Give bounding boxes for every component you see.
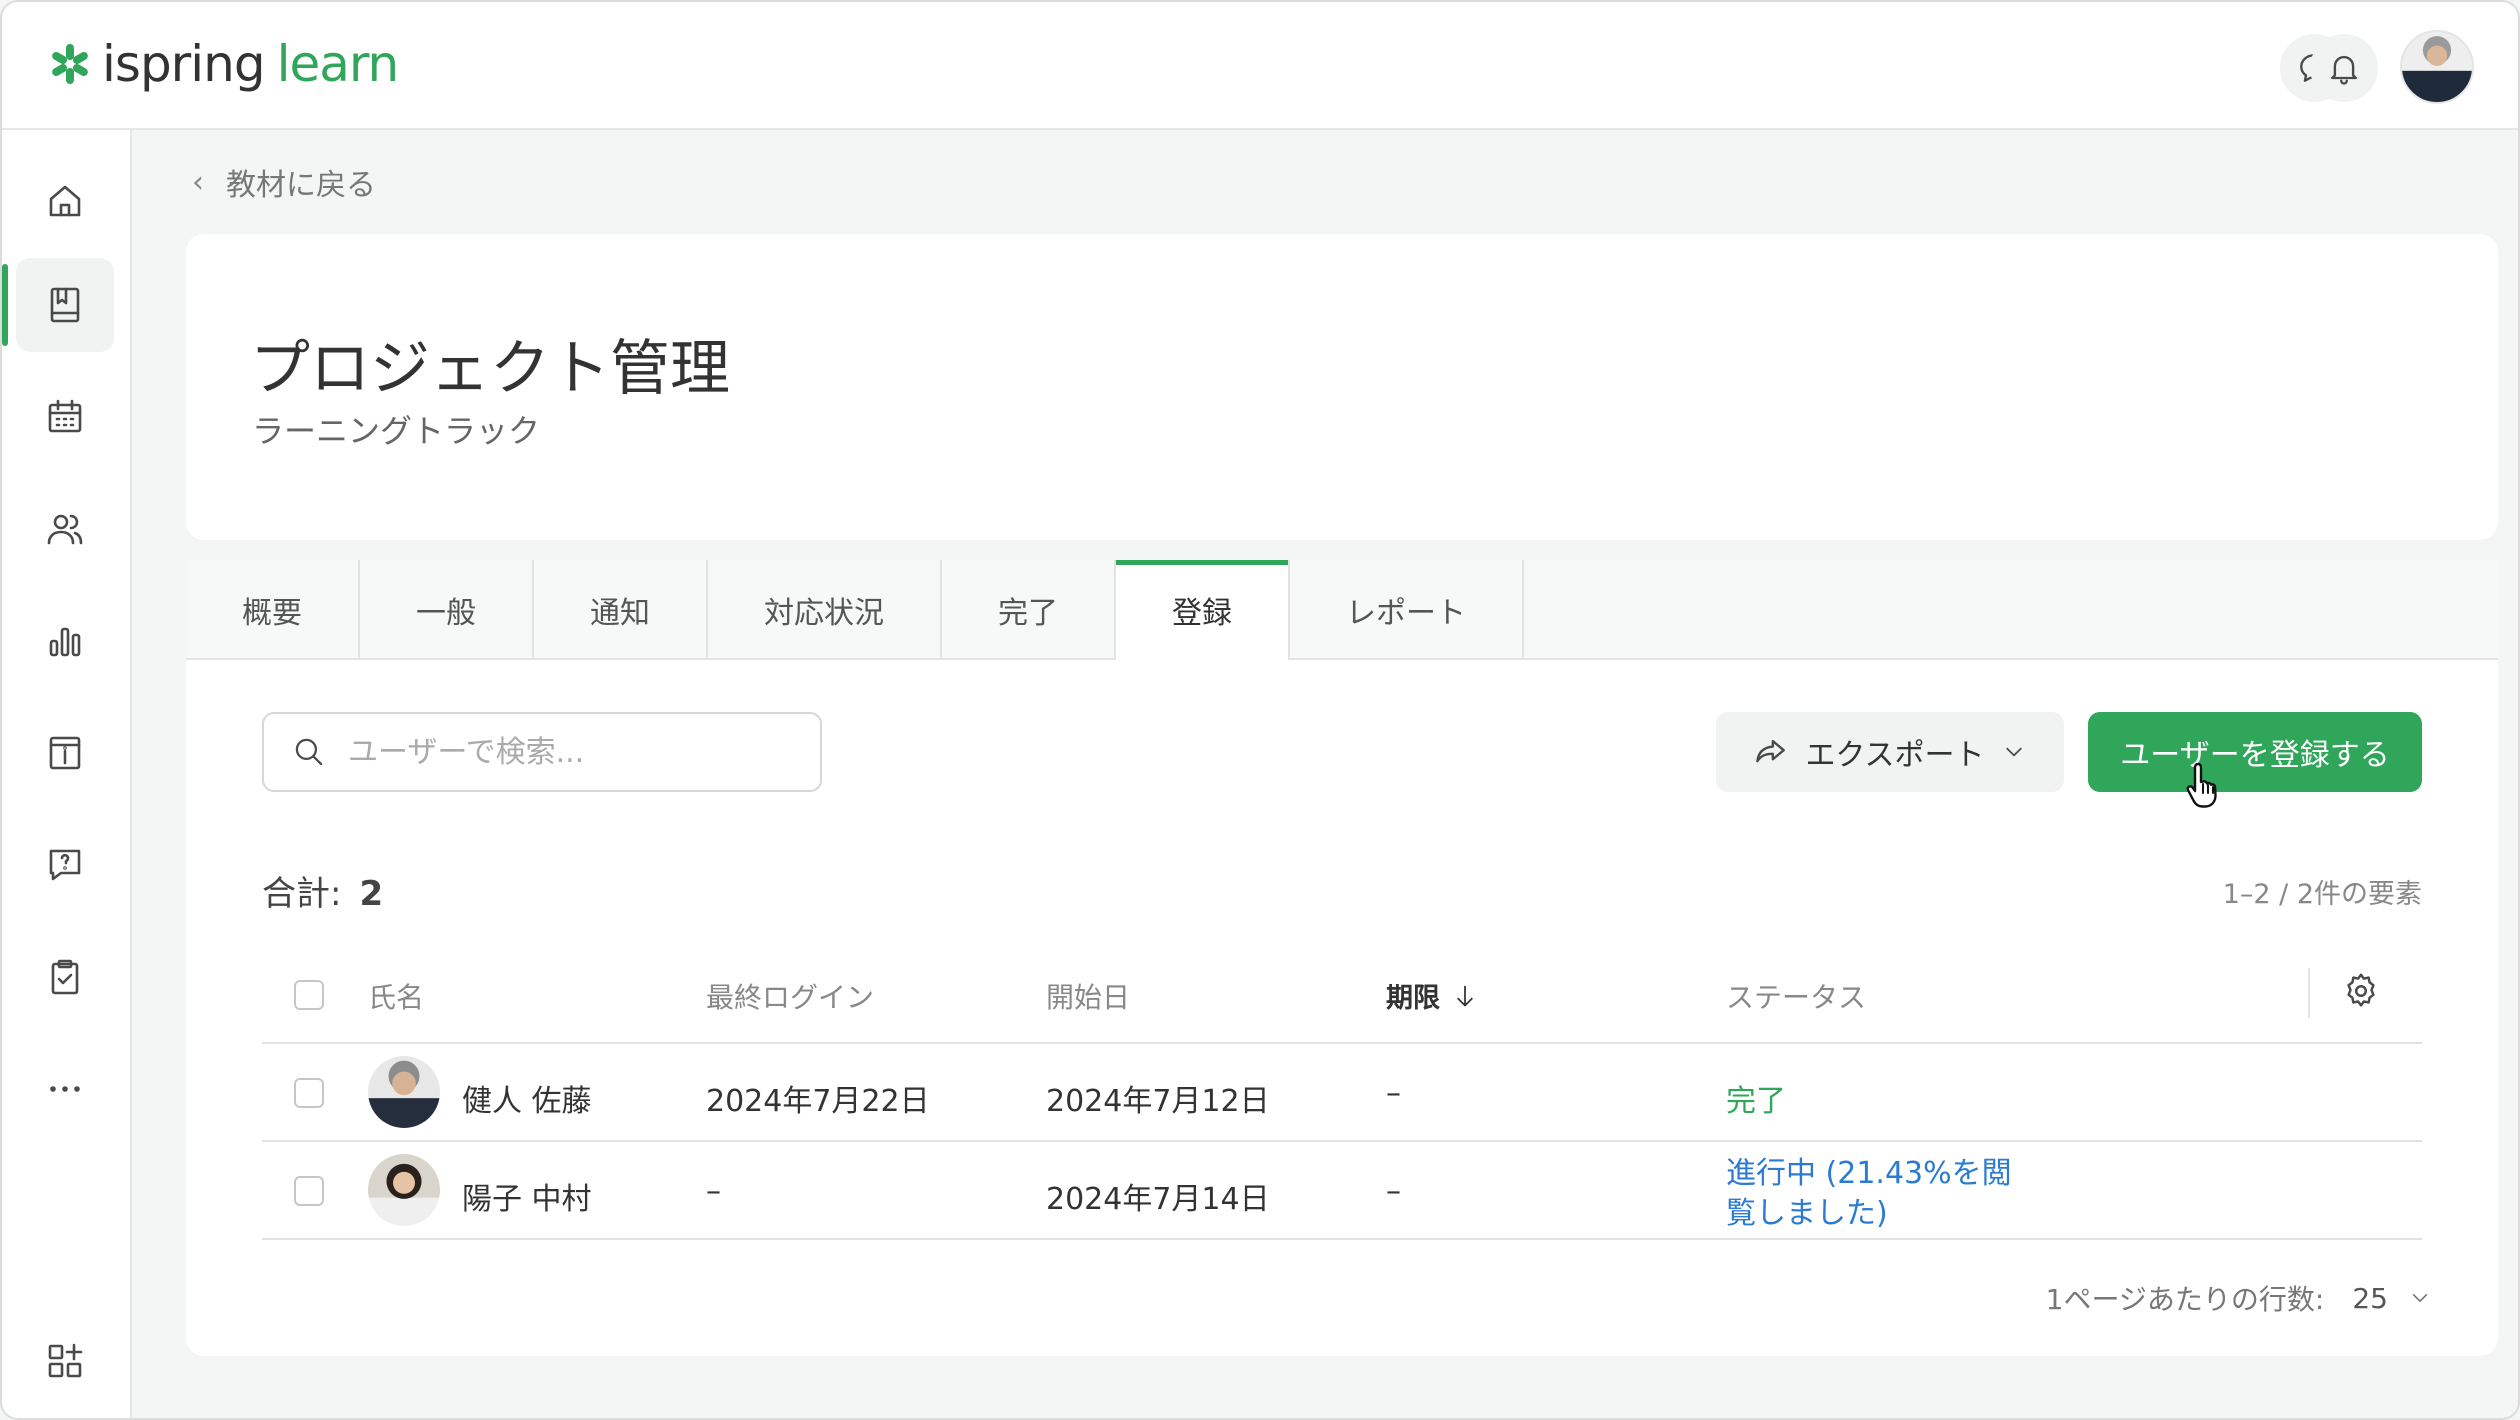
export-label: エクスポート [1805, 738, 1985, 773]
top-bar: ispring learn [2, 2, 2518, 130]
due-date: – [1386, 1076, 1401, 1111]
avatar [368, 1154, 440, 1226]
sidebar [2, 130, 132, 1418]
total-value: 2 [359, 874, 384, 914]
tab-progress-status[interactable]: 対応状況 [708, 560, 942, 660]
apps-add-icon [48, 1343, 83, 1378]
row-checkbox[interactable] [294, 1078, 324, 1108]
sidebar-item-content[interactable] [2, 258, 114, 352]
start-date: 2024年7月14日 [1046, 1182, 1270, 1217]
sidebar-item-info[interactable] [16, 706, 114, 800]
total-label: 合計: [262, 874, 342, 914]
table-header: 氏名 最終ログイン 開始日 期限 ステータス [262, 946, 2422, 1044]
users-icon [47, 514, 83, 545]
header-name[interactable]: 氏名 [368, 976, 424, 1016]
table-row[interactable]: 陽子 中村 – 2024年7月14日 – 進行中 (21.43%を閲覧しました) [262, 1142, 2422, 1240]
book-icon [50, 287, 80, 323]
sort-down-icon [1457, 985, 1473, 1006]
bell-button[interactable] [2310, 34, 2378, 102]
info-board-icon [49, 736, 81, 770]
header-due-label: 期限 [1386, 983, 1440, 1014]
sidebar-item-reports[interactable] [16, 594, 114, 688]
chevron-left-icon: ‹ [192, 164, 204, 200]
last-login: 2024年7月22日 [706, 1084, 930, 1119]
sidebar-item-calendar[interactable] [16, 370, 114, 464]
logo-text: ispring learn [102, 35, 400, 93]
last-login: – [706, 1174, 721, 1209]
course-header-card: プロジェクト管理 ラーニングトラック [186, 234, 2498, 540]
row-checkbox[interactable] [294, 1176, 324, 1206]
course-type: ラーニングトラック [252, 412, 541, 450]
more-icon [50, 1086, 80, 1092]
page-title: プロジェクト管理 [250, 334, 730, 404]
logo-text-a: ispring [102, 35, 266, 93]
sidebar-item-tasks[interactable] [16, 930, 114, 1024]
logo-icon [48, 42, 92, 86]
pointer-cursor-icon [2186, 762, 2217, 808]
user-avatar[interactable] [2400, 30, 2474, 104]
header-start-date[interactable]: 開始日 [1046, 976, 1130, 1016]
export-button[interactable]: エクスポート [1716, 712, 2064, 792]
chevron-down-icon [2005, 747, 2022, 757]
status-badge: 進行中 (21.43%を閲覧しました) [1726, 1156, 2012, 1231]
share-icon [1756, 739, 1786, 763]
tab-completion[interactable]: 完了 [942, 560, 1116, 660]
clipboard-check-icon [51, 959, 79, 995]
calendar-icon [48, 399, 82, 433]
tab-bar: 概要 一般 通知 対応状況 完了 登録 レポート [186, 560, 2498, 660]
status-badge: 完了 [1726, 1084, 1786, 1119]
rows-per-page: 1ページあたりの行数: 25 [2046, 1278, 2434, 1318]
enrollment-table: 氏名 最終ログイン 開始日 期限 ステータス 健人 佐藤 2024年7月22日 … [262, 946, 2422, 1240]
user-name[interactable]: 健人 佐藤 [462, 1076, 592, 1120]
table-row[interactable]: 健人 佐藤 2024年7月22日 2024年7月12日 – 完了 [262, 1044, 2422, 1142]
home-icon [49, 185, 81, 217]
chart-icon [49, 627, 81, 657]
search-box[interactable] [262, 712, 822, 792]
sidebar-item-users[interactable] [16, 482, 114, 576]
user-name[interactable]: 陽子 中村 [462, 1174, 592, 1218]
logo-text-b: learn [276, 35, 400, 93]
gear-icon[interactable] [2340, 970, 2382, 1012]
back-link[interactable]: ‹ 教材に戻る [192, 160, 376, 204]
select-all-checkbox[interactable] [294, 980, 324, 1010]
back-link-label: 教材に戻る [226, 168, 376, 203]
register-users-button[interactable]: ユーザーを登録する [2088, 712, 2422, 792]
header-status[interactable]: ステータス [1726, 976, 1866, 1016]
rows-per-page-label: 1ページあたりの行数: [2045, 1283, 2325, 1316]
tab-reports[interactable]: レポート [1290, 560, 1524, 660]
tab-overview[interactable]: 概要 [186, 560, 360, 660]
question-chat-icon [49, 849, 81, 881]
search-icon [295, 738, 323, 766]
start-date: 2024年7月12日 [1046, 1084, 1270, 1119]
header-divider [2308, 968, 2310, 1018]
sidebar-item-more[interactable] [16, 1042, 114, 1136]
avatar [368, 1056, 440, 1128]
sidebar-item-apps[interactable] [16, 1314, 114, 1408]
due-date: – [1386, 1174, 1401, 1209]
sidebar-item-help[interactable] [16, 818, 114, 912]
logo[interactable]: ispring learn [48, 35, 400, 93]
header-due-date[interactable]: 期限 [1386, 976, 1480, 1015]
bell-icon [2331, 55, 2357, 85]
chevron-down-icon[interactable] [2406, 1284, 2434, 1312]
app-window: ispring learn ‹ 教材に戻る プロジェクト管理 ラーニングトラック… [0, 0, 2520, 1420]
header-last-login[interactable]: 最終ログイン [706, 976, 874, 1016]
tab-notifications[interactable]: 通知 [534, 560, 708, 660]
enrollment-panel: エクスポート ユーザーを登録する 合計: 2 1–2 / 2件の要素 氏名 最終ロ… [186, 660, 2498, 1356]
tab-enrollment[interactable]: 登録 [1114, 560, 1290, 660]
sidebar-item-home[interactable] [16, 154, 114, 248]
rows-per-page-select[interactable]: 25 [2352, 1282, 2388, 1315]
range-indicator: 1–2 / 2件の要素 [2222, 879, 2422, 910]
tab-general[interactable]: 一般 [360, 560, 534, 660]
total-count: 合計: 2 [262, 866, 383, 915]
search-input[interactable] [348, 734, 788, 770]
